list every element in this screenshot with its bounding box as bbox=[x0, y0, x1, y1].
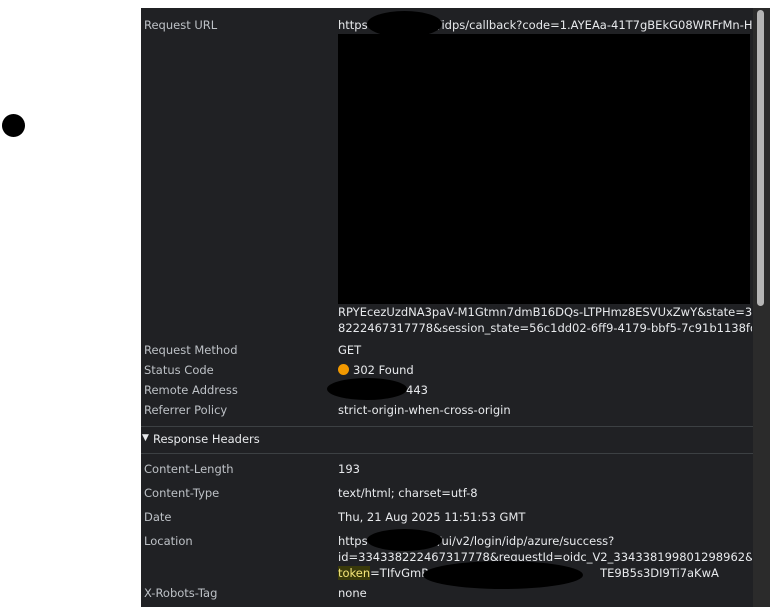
redaction-dot bbox=[2, 114, 25, 137]
status-code-value[interactable]: 302 Found bbox=[338, 363, 752, 378]
collapse-triangle-icon[interactable]: ▼ bbox=[142, 433, 149, 443]
response-headers-section[interactable]: ▼ Response Headers bbox=[141, 426, 753, 454]
redaction-blob bbox=[423, 561, 583, 589]
request-url-label: Request URL bbox=[144, 18, 218, 32]
remote-address-label: Remote Address bbox=[144, 383, 238, 397]
content-length-value[interactable]: 193 bbox=[338, 462, 752, 477]
content-length-label: Content-Length bbox=[144, 462, 234, 476]
x-robots-value[interactable]: none bbox=[338, 586, 752, 601]
date-label: Date bbox=[144, 510, 172, 524]
referrer-policy-value[interactable]: strict-origin-when-cross-origin bbox=[338, 403, 752, 418]
date-value[interactable]: Thu, 21 Aug 2025 11:51:53 GMT bbox=[338, 510, 752, 525]
x-robots-label: X-Robots-Tag bbox=[144, 586, 218, 600]
response-headers-title: Response Headers bbox=[153, 432, 260, 446]
content-type-value[interactable]: text/html; charset=utf-8 bbox=[338, 486, 752, 501]
status-code-label: Status Code bbox=[144, 363, 214, 377]
scrollbar-thumb[interactable] bbox=[757, 10, 764, 306]
location-label: Location bbox=[144, 534, 193, 548]
vertical-scrollbar[interactable] bbox=[753, 8, 770, 607]
referrer-policy-label: Referrer Policy bbox=[144, 403, 228, 417]
request-method-value[interactable]: GET bbox=[338, 343, 752, 358]
redaction-block bbox=[338, 34, 750, 304]
request-url-line3[interactable]: 8222467317778&session_state=56c1dd02-6ff… bbox=[338, 321, 752, 336]
redaction-blob bbox=[327, 378, 407, 400]
headers-panel: Request URL https/idps/callback?code=1.A… bbox=[141, 8, 753, 607]
request-method-label: Request Method bbox=[144, 343, 238, 357]
request-url-line2[interactable]: RPYEcezUzdNA3paV-M1Gtmn7dmB16DQs-LTPHmz8… bbox=[338, 305, 752, 320]
content-type-label: Content-Type bbox=[144, 486, 220, 500]
status-warning-icon bbox=[338, 364, 349, 375]
redaction-blob bbox=[367, 529, 442, 551]
search-highlight: token bbox=[338, 566, 371, 580]
